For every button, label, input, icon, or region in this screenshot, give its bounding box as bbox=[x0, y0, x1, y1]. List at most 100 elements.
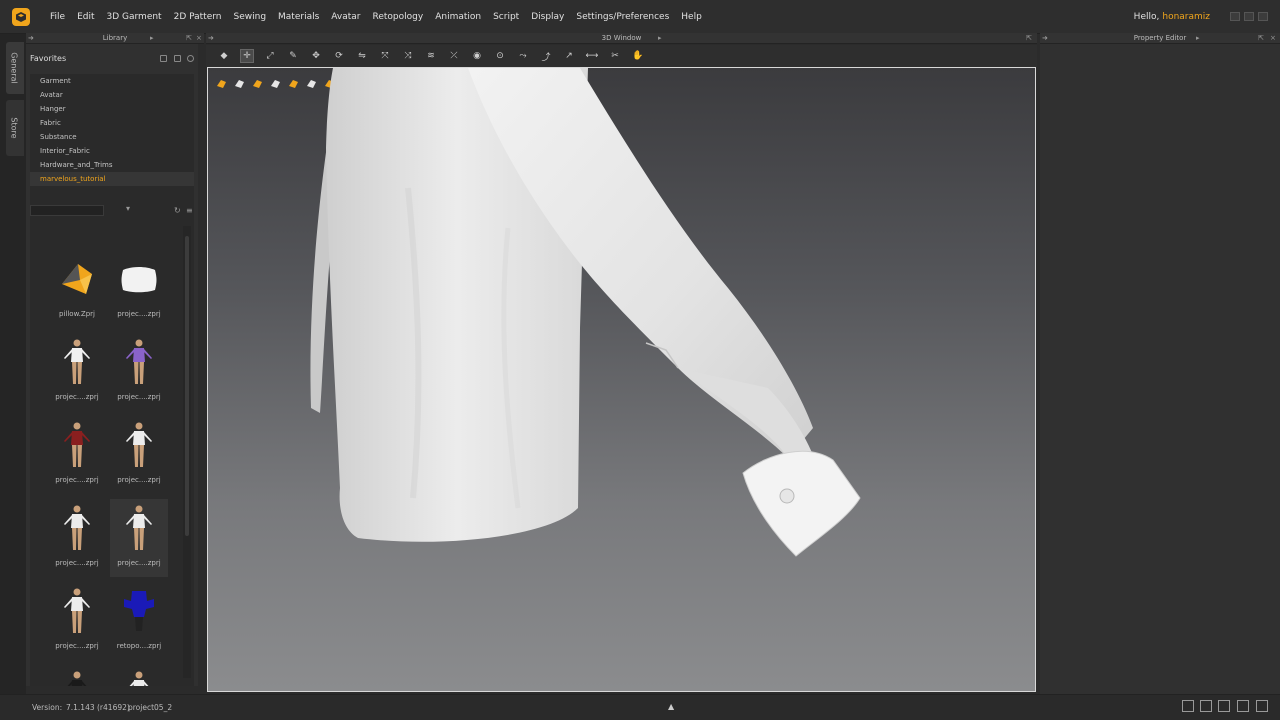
favorite-item[interactable]: Substance bbox=[30, 130, 194, 144]
library-menu-icon[interactable]: ▸ bbox=[150, 33, 154, 44]
segment-sewing-icon[interactable]: ≋ bbox=[425, 50, 437, 62]
buttonhole-icon[interactable]: ⊙ bbox=[494, 50, 506, 62]
tab-general[interactable]: General bbox=[6, 42, 24, 94]
shirt-model bbox=[310, 68, 861, 557]
refresh-icon[interactable]: ↻ bbox=[174, 206, 182, 215]
3d-viewport[interactable] bbox=[207, 67, 1036, 692]
property-float-icon[interactable]: ⇱ bbox=[1258, 33, 1264, 44]
avatar-measure-icon[interactable]: ⟷ bbox=[586, 50, 599, 62]
scroll-thumb[interactable] bbox=[185, 236, 189, 536]
file-thumbnail[interactable] bbox=[110, 665, 168, 686]
layout-single-icon[interactable] bbox=[1182, 700, 1194, 712]
download-icon[interactable] bbox=[160, 55, 167, 62]
topstitch-icon[interactable]: ⤫ bbox=[448, 50, 460, 62]
library-close-icon[interactable]: × bbox=[196, 33, 202, 44]
layout-custom-icon[interactable] bbox=[1256, 700, 1268, 712]
pin-icon[interactable]: ➜ bbox=[1042, 33, 1048, 44]
library-float-icon[interactable]: ⇱ bbox=[186, 33, 192, 44]
menu-item-display[interactable]: Display bbox=[525, 0, 570, 34]
zipper-icon[interactable]: ⤳ bbox=[517, 50, 529, 62]
menu-item-script[interactable]: Script bbox=[487, 0, 525, 34]
file-thumbnail[interactable]: projec....zprj bbox=[110, 499, 168, 577]
menu-item-avatar[interactable]: Avatar bbox=[325, 0, 366, 34]
sewing-icon[interactable]: ⤧ bbox=[379, 50, 391, 62]
property-close-icon[interactable]: × bbox=[1270, 33, 1276, 44]
close-button[interactable] bbox=[1258, 12, 1268, 21]
pin-icon[interactable]: ➜ bbox=[28, 33, 34, 44]
window3d-menu-icon[interactable]: ▸ bbox=[658, 33, 662, 44]
menu-item-sewing[interactable]: Sewing bbox=[228, 0, 273, 34]
status-bar: Version: 7.1.143 (r41692) project05_2 ▲ bbox=[0, 694, 1280, 720]
favorite-item[interactable]: Avatar bbox=[30, 88, 194, 102]
add-icon[interactable] bbox=[174, 55, 181, 62]
refresh-icon[interactable] bbox=[187, 55, 194, 62]
menu-item-2d-pattern[interactable]: 2D Pattern bbox=[168, 0, 228, 34]
menu-item-edit[interactable]: Edit bbox=[71, 0, 100, 34]
file-thumbnail[interactable]: projec....zprj bbox=[110, 416, 168, 494]
file-thumbnail[interactable] bbox=[48, 665, 106, 686]
window3d-float-icon[interactable]: ⇱ bbox=[1026, 33, 1032, 44]
file-thumbnail[interactable]: projec....zprj bbox=[48, 499, 106, 577]
pillow-colored-icon bbox=[57, 254, 97, 304]
menu-item-3d-garment[interactable]: 3D Garment bbox=[101, 0, 168, 34]
layout-triple-icon[interactable] bbox=[1218, 700, 1230, 712]
pin-icon[interactable]: ✥ bbox=[310, 50, 322, 62]
library-search-input[interactable] bbox=[30, 205, 104, 216]
property-menu-icon[interactable]: ▸ bbox=[1196, 33, 1200, 44]
file-thumbnail[interactable]: retopo....zprj bbox=[110, 582, 168, 660]
username-link[interactable]: honaramiz bbox=[1162, 12, 1210, 22]
file-name: projec....zprj bbox=[55, 642, 99, 650]
avatar-purple-icon bbox=[119, 337, 159, 387]
menu-item-materials[interactable]: Materials bbox=[272, 0, 325, 34]
menu-item-animation[interactable]: Animation bbox=[429, 0, 487, 34]
move-icon[interactable]: ✛ bbox=[240, 49, 254, 63]
expand-up-icon[interactable]: ▲ bbox=[668, 702, 674, 711]
file-thumbnail[interactable]: pillow.Zprj bbox=[48, 250, 106, 328]
file-name: pillow.Zprj bbox=[59, 310, 95, 318]
layout-split-icon[interactable] bbox=[1200, 700, 1212, 712]
edit-pattern-icon[interactable]: ⤢ bbox=[264, 50, 276, 62]
list-view-icon[interactable]: ≡ bbox=[186, 206, 194, 215]
window3d-toolbar: ◆ ✛ ⤢ ✎ ✥ ⟳ ⇋ ⤧ ⤨ ≋ ⤫ ◉ ⊙ ⤳ ⤴ ↗ ⟷ ✂ ✋ bbox=[206, 45, 1037, 67]
favorite-item[interactable]: Fabric bbox=[30, 116, 194, 130]
fold-icon[interactable]: ⟳ bbox=[333, 50, 345, 62]
menu-item-help[interactable]: Help bbox=[675, 0, 708, 34]
favorite-item[interactable]: Hanger bbox=[30, 102, 194, 116]
file-thumbnail[interactable]: projec....zprj bbox=[110, 333, 168, 411]
version-value: 7.1.143 (r41692) bbox=[66, 703, 130, 712]
avatar-white-icon bbox=[119, 420, 159, 470]
app-logo-icon[interactable] bbox=[12, 7, 30, 26]
tab-store[interactable]: Store bbox=[6, 100, 24, 156]
line-tool-icon[interactable]: ↗ bbox=[563, 50, 575, 62]
favorite-item[interactable]: Garment bbox=[30, 74, 194, 88]
favorite-item[interactable]: Interior_Fabric bbox=[30, 144, 194, 158]
menu-item-file[interactable]: File bbox=[44, 0, 71, 34]
tack-icon[interactable]: ✎ bbox=[287, 50, 299, 62]
pose-icon[interactable]: ✋ bbox=[632, 50, 644, 62]
free-sewing-icon[interactable]: ⤨ bbox=[402, 50, 414, 62]
menu-item-retopology[interactable]: Retopology bbox=[367, 0, 430, 34]
favorite-item[interactable]: marvelous_tutorial bbox=[30, 172, 194, 186]
favorite-item[interactable]: Hardware_and_Trims bbox=[30, 158, 194, 172]
button-icon[interactable]: ◉ bbox=[471, 50, 483, 62]
pillow-white-icon bbox=[119, 254, 159, 304]
file-name: projec....zprj bbox=[55, 559, 99, 567]
greeting: Hello, honaramiz bbox=[1134, 0, 1210, 34]
minimize-button[interactable] bbox=[1230, 12, 1240, 21]
knife-icon[interactable]: ✂ bbox=[609, 50, 621, 62]
property-editor-panel bbox=[1040, 44, 1280, 694]
chevron-down-icon[interactable]: ▾ bbox=[126, 204, 130, 213]
maximize-button[interactable] bbox=[1244, 12, 1254, 21]
select-mesh-icon[interactable]: ◆ bbox=[218, 50, 230, 62]
file-thumbnail[interactable]: projec....zprj bbox=[48, 333, 106, 411]
file-thumbnail[interactable]: projec....zprj bbox=[48, 416, 106, 494]
measure-icon[interactable]: ⇋ bbox=[356, 50, 368, 62]
layout-quad-icon[interactable] bbox=[1237, 700, 1249, 712]
menu-item-settings-preferences[interactable]: Settings/Preferences bbox=[570, 0, 675, 34]
scrollbar[interactable] bbox=[183, 226, 191, 678]
pin-icon[interactable]: ➜ bbox=[208, 33, 214, 44]
file-thumbnail[interactable]: projec....zprj bbox=[48, 582, 106, 660]
file-thumbnail[interactable]: projec....zprj bbox=[110, 250, 168, 328]
tab-store-label: Store bbox=[9, 117, 19, 139]
piping-icon[interactable]: ⤴ bbox=[540, 50, 552, 63]
